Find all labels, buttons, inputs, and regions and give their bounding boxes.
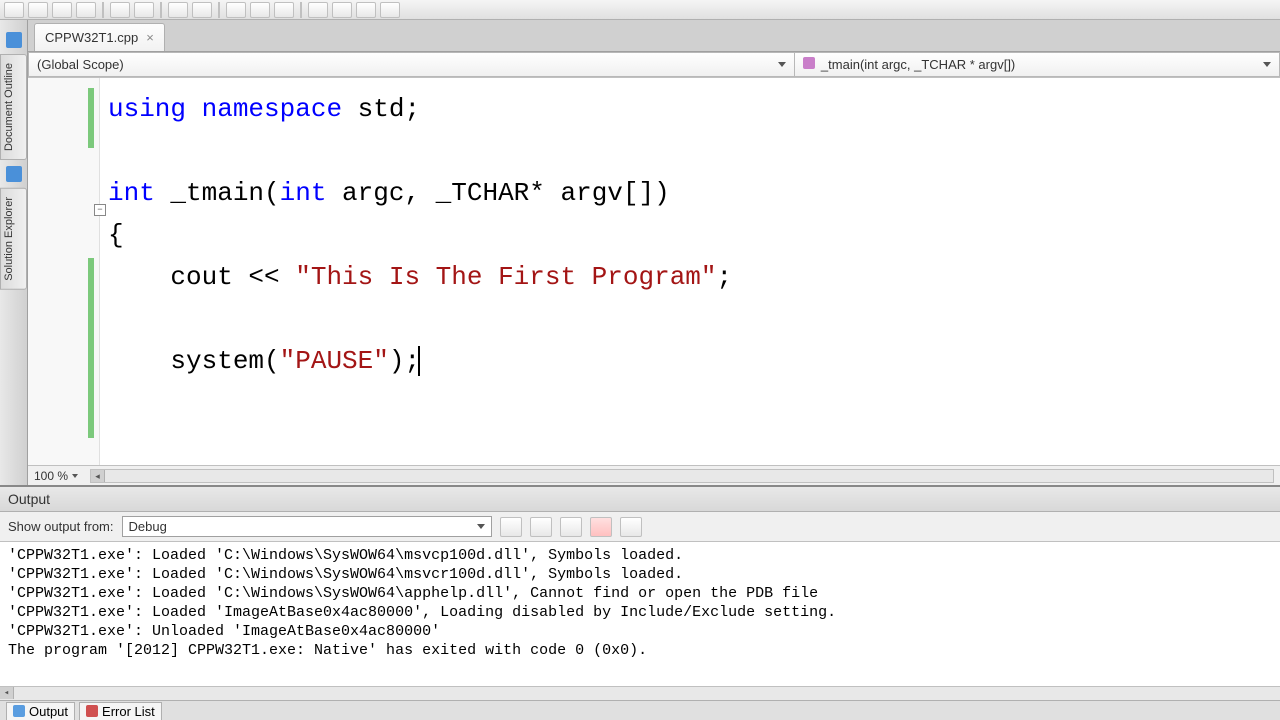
toolbar-button[interactable] bbox=[168, 2, 188, 18]
toolbar-button[interactable] bbox=[356, 2, 376, 18]
toolbar-button[interactable] bbox=[308, 2, 328, 18]
editor-gutter: − bbox=[28, 78, 100, 465]
file-tab-strip: CPPW32T1.cpp × bbox=[28, 20, 1280, 52]
scroll-left-icon[interactable]: ◂ bbox=[0, 687, 14, 699]
output-tab-label: Output bbox=[29, 704, 68, 719]
zoom-dropdown[interactable]: 100 % bbox=[34, 469, 78, 483]
editor-status-bar: 100 % ◂ bbox=[28, 465, 1280, 485]
chevron-down-icon bbox=[477, 524, 485, 529]
text-cursor bbox=[418, 346, 420, 376]
toolbar-button[interactable] bbox=[192, 2, 212, 18]
chevron-down-icon bbox=[778, 62, 786, 67]
change-indicator bbox=[88, 88, 94, 148]
scope-dropdown[interactable]: (Global Scope) bbox=[28, 52, 794, 77]
top-toolbar bbox=[0, 0, 1280, 20]
side-tab-well: Document Outline Solution Explorer bbox=[0, 20, 28, 485]
horizontal-scrollbar[interactable]: ◂ bbox=[90, 469, 1274, 483]
output-panel-title: Output bbox=[0, 487, 1280, 512]
output-text[interactable]: 'CPPW32T1.exe': Loaded 'C:\Windows\SysWO… bbox=[0, 542, 1280, 686]
editor-area: CPPW32T1.cpp × (Global Scope) _tmain(int… bbox=[28, 20, 1280, 485]
output-tab[interactable]: Output bbox=[6, 702, 75, 720]
solution-explorer-tab[interactable]: Solution Explorer bbox=[0, 188, 27, 290]
toolbar-button[interactable] bbox=[226, 2, 246, 18]
close-icon[interactable]: × bbox=[146, 30, 154, 45]
output-source-dropdown[interactable]: Debug bbox=[122, 516, 492, 537]
file-tab[interactable]: CPPW32T1.cpp × bbox=[34, 23, 165, 51]
toolbar-button[interactable] bbox=[110, 2, 130, 18]
toolbar-button[interactable] bbox=[52, 2, 72, 18]
code-editor[interactable]: − using namespace std; int _tmain(int ar… bbox=[28, 78, 1280, 465]
output-icon bbox=[13, 705, 25, 717]
toolbar-button[interactable] bbox=[332, 2, 352, 18]
toolbar-button[interactable] bbox=[28, 2, 48, 18]
output-toolbar-button[interactable] bbox=[530, 517, 552, 537]
output-toolbar-button[interactable] bbox=[560, 517, 582, 537]
chevron-down-icon bbox=[1263, 62, 1271, 67]
output-horizontal-scrollbar[interactable]: ◂ bbox=[0, 686, 1280, 700]
error-list-tab-label: Error List bbox=[102, 704, 155, 719]
method-icon bbox=[803, 57, 815, 69]
output-source-value: Debug bbox=[129, 519, 167, 534]
navigation-bar: (Global Scope) _tmain(int argc, _TCHAR *… bbox=[28, 52, 1280, 78]
toolbar-button[interactable] bbox=[4, 2, 24, 18]
document-outline-tab[interactable]: Document Outline bbox=[0, 54, 27, 160]
error-list-tab[interactable]: Error List bbox=[79, 702, 162, 720]
bottom-tab-strip: Output Error List bbox=[0, 700, 1280, 720]
chevron-down-icon bbox=[72, 474, 78, 478]
file-tab-label: CPPW32T1.cpp bbox=[45, 30, 138, 45]
show-output-from-label: Show output from: bbox=[8, 519, 114, 534]
code-content[interactable]: using namespace std; int _tmain(int argc… bbox=[100, 78, 1280, 465]
member-dropdown[interactable]: _tmain(int argc, _TCHAR * argv[]) bbox=[794, 52, 1280, 77]
toolbar-button[interactable] bbox=[250, 2, 270, 18]
output-panel: Output Show output from: Debug 'CPPW32T1… bbox=[0, 485, 1280, 700]
solution-explorer-icon[interactable] bbox=[6, 166, 22, 182]
toggle-wrap-button[interactable] bbox=[620, 517, 642, 537]
output-toolbar-button[interactable] bbox=[500, 517, 522, 537]
member-label: _tmain(int argc, _TCHAR * argv[]) bbox=[803, 57, 1015, 72]
zoom-value: 100 % bbox=[34, 469, 68, 483]
document-outline-icon[interactable] bbox=[6, 32, 22, 48]
change-indicator bbox=[88, 258, 94, 438]
scroll-left-icon[interactable]: ◂ bbox=[91, 470, 105, 482]
scope-label: (Global Scope) bbox=[37, 57, 124, 72]
toolbar-button[interactable] bbox=[76, 2, 96, 18]
toolbar-button[interactable] bbox=[274, 2, 294, 18]
output-toolbar: Show output from: Debug bbox=[0, 512, 1280, 542]
toolbar-button[interactable] bbox=[380, 2, 400, 18]
clear-output-button[interactable] bbox=[590, 517, 612, 537]
toolbar-button[interactable] bbox=[134, 2, 154, 18]
error-list-icon bbox=[86, 705, 98, 717]
